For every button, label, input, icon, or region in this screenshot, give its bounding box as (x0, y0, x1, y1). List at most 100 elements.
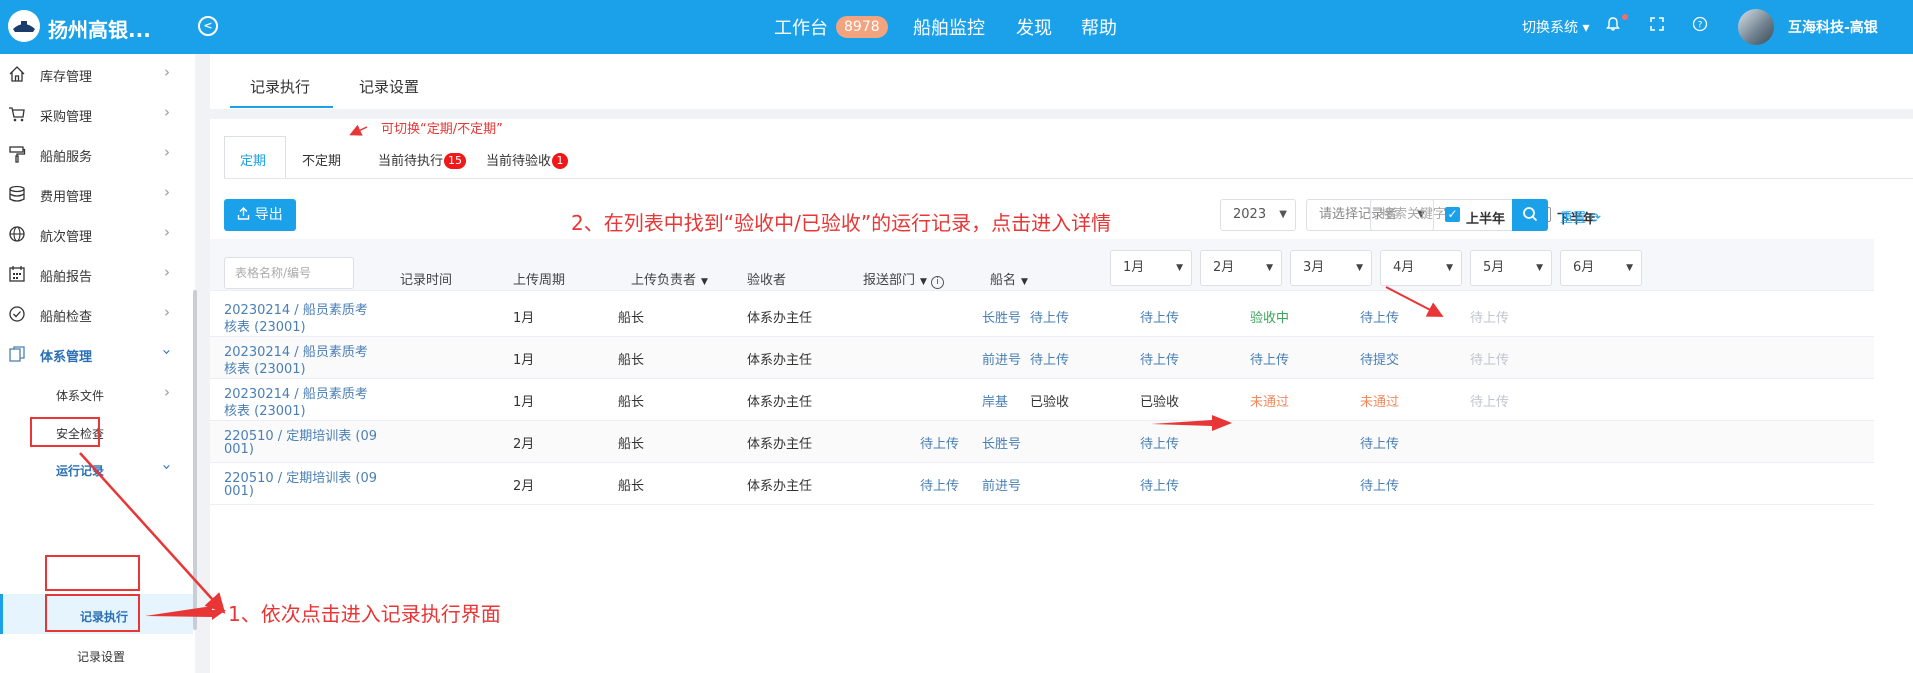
globe-icon (8, 225, 26, 243)
sidebar-item-label: 船舶报告 (40, 270, 93, 285)
chevron-right-icon: › (164, 143, 170, 161)
month-status-cell[interactable]: 待上传 (920, 433, 959, 452)
chevron-down-icon: › (158, 464, 176, 470)
search-icon (1523, 207, 1538, 222)
ship-cell[interactable]: 前进号 (982, 349, 1021, 368)
month-status-cell[interactable]: 待上传 (1030, 307, 1069, 326)
month-status-cell[interactable]: 已验收 (1030, 391, 1069, 410)
month-select-2[interactable]: 2月 ▼ (1200, 250, 1282, 286)
chevron-down-icon: › (158, 349, 176, 355)
month-status-cell[interactable]: 待上传 (1140, 307, 1179, 326)
fullscreen-icon[interactable] (1647, 16, 1667, 36)
sub-item-system-docs[interactable]: 体系文件 (56, 387, 104, 404)
sidebar-item-ship-service[interactable]: 船舶服务 › (0, 134, 193, 174)
user-avatar[interactable] (1738, 9, 1774, 45)
month-status-cell[interactable]: 验收中 (1250, 307, 1289, 326)
owner-cell: 船长 (618, 437, 645, 452)
month-status-cell[interactable]: 未通过 (1360, 391, 1399, 410)
month-status-cell[interactable]: 待上传 (1140, 475, 1179, 494)
month-status-cell[interactable]: 待上传 (1470, 307, 1509, 326)
month-status-cell[interactable]: 待上传 (1250, 349, 1289, 368)
month-status-cell[interactable]: 已验收 (1140, 391, 1179, 410)
record-name-line2[interactable]: 001) (224, 484, 254, 499)
nav-ship-monitor[interactable]: 船舶监控 (913, 14, 985, 40)
month-status-cell[interactable]: 待上传 (1360, 307, 1399, 326)
tab-record-settings[interactable]: 记录设置 (359, 76, 419, 97)
month-select-6[interactable]: 6月 ▼ (1560, 250, 1642, 286)
col-upload-cycle: 上传周期 (513, 273, 566, 288)
col-ship[interactable]: 船名 ▼ (990, 269, 1028, 288)
bell-icon[interactable] (1603, 16, 1623, 36)
month-select-4[interactable]: 4月 ▼ (1380, 250, 1462, 286)
table-row[interactable]: 20230214 / 船员素质考 核表 (23001) 1月 船长 体系办主任 长胜号 待上… (210, 295, 1874, 337)
tab-record-execute[interactable]: 记录执行 (250, 76, 310, 97)
table-row[interactable]: 20230214 / 船员素质考 核表 (23001) 1月 船长 体系办主任 岸基 已验收… (210, 379, 1874, 421)
sidebar-item-expense[interactable]: 费用管理 › (0, 174, 193, 214)
sidebar-item-label: 采购管理 (40, 110, 93, 125)
acceptor-cell: 体系办主任 (747, 479, 813, 494)
month-status-cell[interactable]: 待上传 (1470, 391, 1509, 410)
panel-tab-pending-accept[interactable]: 当前待验收 1 (486, 150, 569, 169)
chevron-right-icon: › (164, 183, 170, 201)
month-status-cell[interactable]: 待上传 (1360, 475, 1399, 494)
nav-discover[interactable]: 发现 (1016, 14, 1052, 40)
panel-tab-irregular[interactable]: 不定期 (302, 150, 341, 169)
record-name-line2[interactable]: 核表 (23001) (224, 400, 306, 419)
table-name-filter[interactable]: 表格名称/编号 (224, 257, 354, 289)
switch-system-dropdown[interactable]: 切换系统 ▾ (1522, 17, 1589, 37)
month-select-1[interactable]: 1月 ▼ (1110, 250, 1192, 286)
panel-tab-pending-execute[interactable]: 当前待执行 15 (378, 150, 467, 169)
sidebar-item-inventory[interactable]: 库存管理 › (0, 54, 193, 94)
search-input[interactable]: 搜索关键字 (1370, 199, 1512, 231)
info-icon[interactable]: i (931, 276, 945, 289)
user-name[interactable]: 互海科技-高银 (1788, 17, 1878, 37)
export-button[interactable]: 导出 (224, 199, 296, 231)
nav-workbench[interactable]: 工作台 (774, 14, 828, 40)
help-circle-icon[interactable]: ? (1690, 16, 1710, 36)
month-status-cell[interactable]: 待上传 (1470, 349, 1509, 368)
year-select[interactable]: 2023 ▼ (1220, 199, 1296, 231)
month-status-cell[interactable]: 待上传 (1140, 433, 1179, 452)
table-row[interactable]: 20230214 / 船员素质考 核表 (23001) 1月 船长 体系办主任 前进号 待上… (210, 337, 1874, 379)
sub-item-run-records[interactable]: 运行记录 (56, 462, 104, 479)
ship-cell[interactable]: 前进号 (982, 475, 1021, 494)
caret-down-icon: ▼ (1536, 263, 1543, 273)
month-status-cell[interactable]: 待上传 (920, 475, 959, 494)
owner-cell: 船长 (618, 395, 645, 410)
table-row[interactable]: 220510 / 定期培训表 (09 001) 2月 船长 体系办主任 前进号 待上传 待上传… (210, 463, 1874, 505)
sidebar-item-system-mgmt[interactable]: 体系管理 › (0, 334, 193, 374)
cycle-cell: 2月 (513, 437, 535, 452)
search-button[interactable] (1512, 199, 1548, 231)
ship-label: 船名 (990, 273, 1017, 288)
sidebar-item-purchase[interactable]: 采购管理 › (0, 94, 193, 134)
ship-cell[interactable]: 长胜号 (982, 433, 1021, 452)
caret-down-icon: ▼ (1021, 277, 1028, 287)
sidebar-item-voyage[interactable]: 航次管理 › (0, 214, 193, 254)
reset-button[interactable]: 重置 ⟳ (1560, 207, 1601, 226)
sidebar-item-ship-inspection[interactable]: 船舶检查 › (0, 294, 193, 334)
month-select-3[interactable]: 3月 ▼ (1290, 250, 1372, 286)
record-name-line2[interactable]: 001) (224, 442, 254, 457)
month-label: 3月 (1303, 260, 1325, 275)
panel-tab-regular[interactable]: 定期 (240, 150, 266, 169)
nav-help[interactable]: 帮助 (1081, 14, 1117, 40)
highlight-box-record-execute (45, 594, 140, 632)
sidebar-scrollbar[interactable] (193, 290, 197, 630)
sidebar-item-ship-report[interactable]: 船舶报告 › (0, 254, 193, 294)
month-status-cell[interactable]: 待上传 (1140, 349, 1179, 368)
table-row[interactable]: 220510 / 定期培训表 (09 001) 2月 船长 体系办主任 长胜号 待上传 待上传… (210, 421, 1874, 463)
col-dept[interactable]: 报送部门 ▼ i (863, 269, 945, 289)
record-name-line2[interactable]: 核表 (23001) (224, 316, 306, 335)
month-status-cell[interactable]: 未通过 (1250, 391, 1289, 410)
record-name-line2[interactable]: 核表 (23001) (224, 358, 306, 377)
sub-item-record-settings[interactable]: 记录设置 (77, 648, 125, 665)
month-status-cell[interactable]: 待上传 (1360, 433, 1399, 452)
collapse-sidebar-icon[interactable]: < (198, 16, 218, 36)
month-status-cell[interactable]: 待提交 (1360, 349, 1399, 368)
ship-cell[interactable]: 长胜号 (982, 307, 1021, 326)
month-select-5[interactable]: 5月 ▼ (1470, 250, 1552, 286)
col-upload-owner[interactable]: 上传负责者 ▼ (631, 269, 708, 288)
month-status-cell[interactable]: 待上传 (1030, 349, 1069, 368)
chevron-right-icon: › (164, 303, 170, 321)
ship-cell[interactable]: 岸基 (982, 391, 1008, 410)
